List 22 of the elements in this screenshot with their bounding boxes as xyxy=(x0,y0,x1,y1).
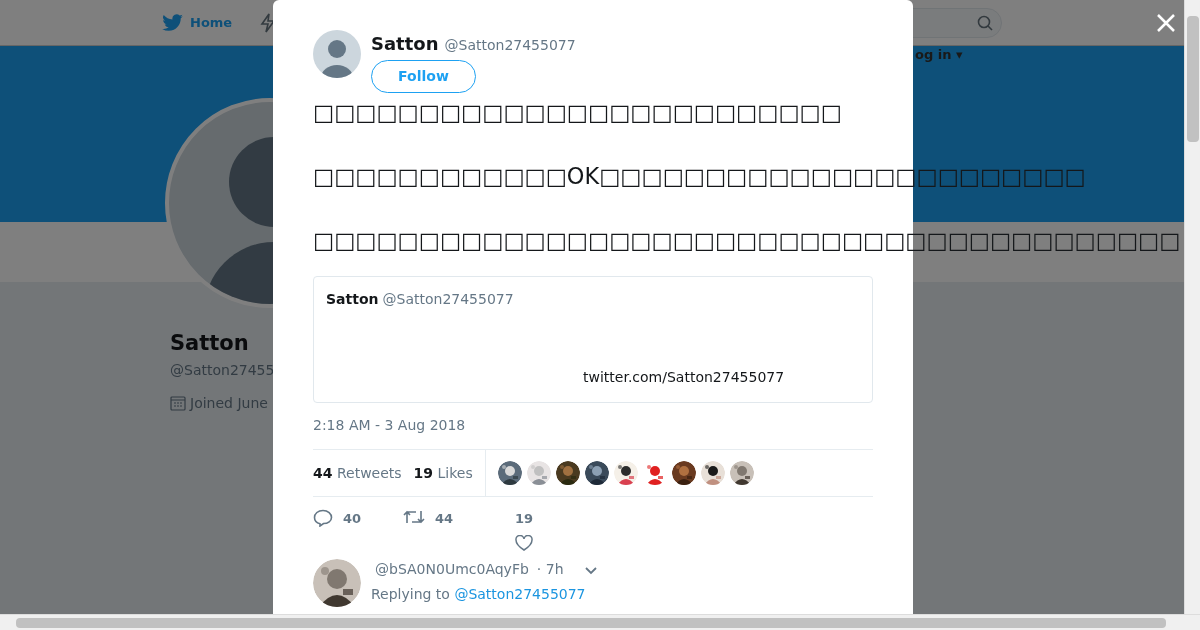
mention-link[interactable]: @Satton27455077 xyxy=(454,586,586,602)
stat-link[interactable]: 19 Likes xyxy=(413,462,473,484)
tweet-text: □□□□□□□□□□□□□□□□□□□□□□□□□□□□□□□□□□□□□□□□□ xyxy=(313,226,1181,255)
quoted-link[interactable]: twitter.com/Satton27455077 xyxy=(583,367,860,388)
reply-time: · 7h xyxy=(536,560,564,579)
tweet-timestamp: 2:18 AM - 3 Aug 2018 xyxy=(313,416,467,435)
profile-name: Satton xyxy=(170,330,249,357)
author-handle: @Satton27455077 xyxy=(444,36,576,55)
quoted-author-name: Satton xyxy=(326,290,379,309)
joined-date: Joined June xyxy=(190,393,268,413)
nav-tab[interactable]: Home xyxy=(162,12,233,33)
reply-author-handle: @bSA0N0Umc0AqyFb xyxy=(375,560,529,579)
retweet-count: 44 xyxy=(435,510,454,528)
login-link[interactable]: og in ▾ xyxy=(915,45,963,65)
profile-handle: @Satton27455 xyxy=(170,360,275,380)
quoted-author-handle: @Satton27455077 xyxy=(382,290,514,309)
author-name: Satton xyxy=(371,32,439,56)
tweet-text: □□□□□□□□□□□□□□□□□□□□□□□□□ xyxy=(313,98,842,127)
replying-to-text: Replying to @Satton27455077 xyxy=(371,585,587,604)
reply-count: 40 xyxy=(343,510,362,528)
stat-link[interactable]: 44 Retweets xyxy=(313,462,402,484)
like-count: 19 xyxy=(515,510,534,528)
